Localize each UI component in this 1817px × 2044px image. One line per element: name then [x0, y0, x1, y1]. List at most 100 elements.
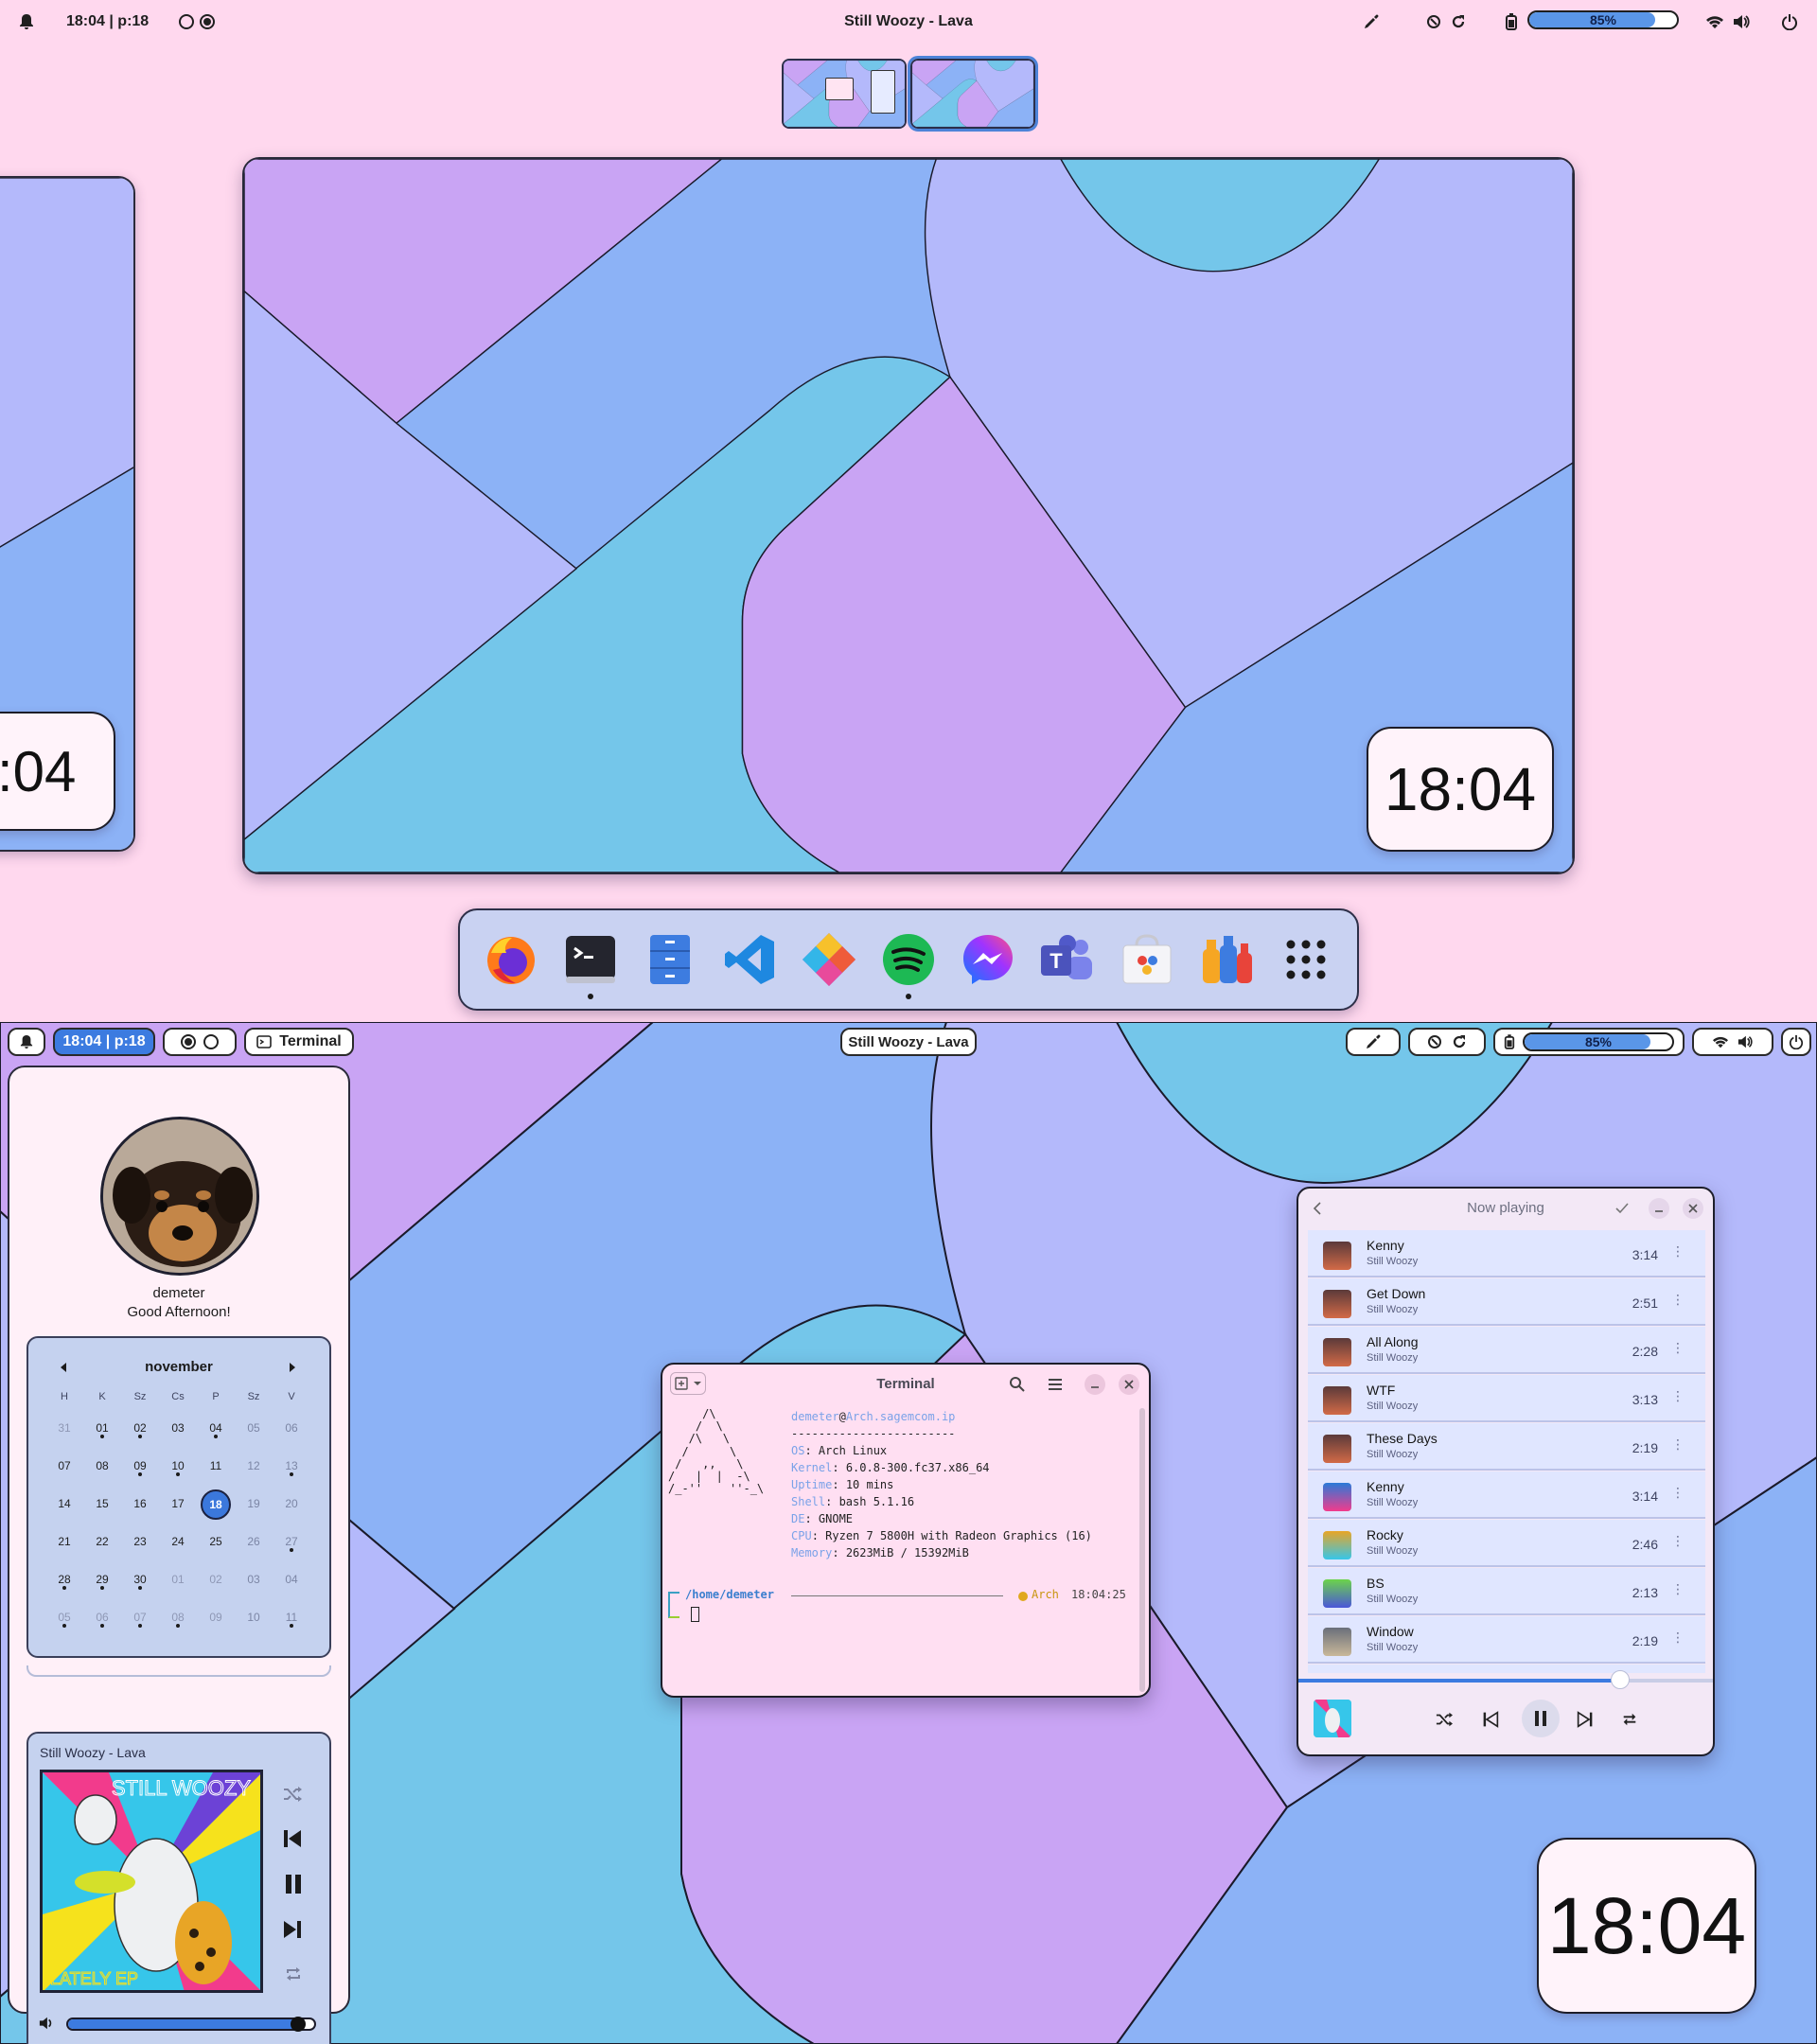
workspace-thumbnail-2[interactable]	[908, 56, 1038, 132]
wifi-icon[interactable]	[1705, 12, 1724, 31]
bottles-icon[interactable]	[1198, 931, 1255, 988]
calendar-day[interactable]: 27	[273, 1524, 310, 1561]
avatar[interactable]	[100, 1117, 259, 1276]
terminal-content[interactable]: /\ / \ /\ \ / \ / ,, \ / | | -\ /_-'' ''…	[662, 1406, 1149, 1696]
calendar-day[interactable]: 12	[235, 1448, 273, 1486]
color-picker-icon[interactable]	[1363, 12, 1380, 31]
calendar-day[interactable]: 25	[197, 1524, 235, 1561]
calendar-day[interactable]: 01	[159, 1561, 197, 1599]
track-menu-icon[interactable]: ⋮	[1671, 1581, 1685, 1597]
terminal-menu-button[interactable]	[1047, 1376, 1064, 1398]
track-row[interactable]: Kenny Still Woozy 3:14 ⋮	[1308, 1230, 1705, 1278]
calendar-day[interactable]: 17	[159, 1486, 197, 1524]
track-row[interactable]: BS Still Woozy 2:13 ⋮	[1308, 1568, 1705, 1615]
calendar-day[interactable]: 14	[45, 1486, 83, 1524]
calendar-day[interactable]: 30	[121, 1561, 159, 1599]
terminal-scrollbar[interactable]	[1139, 1408, 1145, 1692]
calendar-day[interactable]: 07	[45, 1448, 83, 1486]
next-track-button[interactable]	[1577, 1711, 1594, 1733]
track-row[interactable]: Rocky Still Woozy 2:46 ⋮	[1308, 1520, 1705, 1567]
calendar-day[interactable]: 18	[197, 1486, 235, 1524]
previous-track-button[interactable]	[282, 1828, 303, 1854]
shuffle-button[interactable]	[282, 1785, 303, 1808]
repeat-button[interactable]	[284, 1965, 303, 1988]
calendar-day[interactable]: 16	[121, 1486, 159, 1524]
calendar-day[interactable]: 06	[273, 1410, 310, 1448]
terminal-search-button[interactable]	[1009, 1376, 1026, 1398]
play-pause-button[interactable]	[1522, 1700, 1560, 1737]
close-button[interactable]	[1683, 1198, 1703, 1219]
terminal-app-icon[interactable]	[562, 931, 619, 999]
calendar-day[interactable]: 11	[197, 1448, 235, 1486]
calendar-day[interactable]: 04	[273, 1561, 310, 1599]
track-row[interactable]: All Along Still Woozy 2:28 ⋮	[1308, 1327, 1705, 1374]
battery-pill[interactable]: 85%	[1493, 1028, 1685, 1056]
volume-slider[interactable]	[66, 2017, 316, 2032]
messenger-icon[interactable]	[960, 931, 1016, 988]
next-track-button[interactable]	[282, 1919, 303, 1945]
calendar-day[interactable]: 24	[159, 1524, 197, 1561]
software-store-icon[interactable]	[1119, 931, 1175, 988]
minimize-button[interactable]	[1085, 1374, 1105, 1395]
calendar-day[interactable]: 05	[235, 1410, 273, 1448]
track-row[interactable]: Window Still Woozy 2:19 ⋮	[1308, 1616, 1705, 1664]
track-row[interactable]: WTF Still Woozy 3:13 ⋮	[1308, 1375, 1705, 1422]
next-month-button[interactable]	[288, 1361, 297, 1378]
calendar-day[interactable]: 13	[273, 1448, 310, 1486]
calendar-day[interactable]: 07	[121, 1599, 159, 1637]
calendar-day[interactable]: 02	[121, 1410, 159, 1448]
calendar-day[interactable]: 29	[83, 1561, 121, 1599]
track-row[interactable]: Kenny Still Woozy 3:14 ⋮	[1308, 1471, 1705, 1519]
teams-icon[interactable]: T	[1039, 931, 1096, 988]
media-title-pill[interactable]: Still Woozy - Lava	[840, 1028, 977, 1056]
close-button[interactable]	[1119, 1374, 1139, 1395]
calendar-day[interactable]: 20	[273, 1486, 310, 1524]
workspace-pill[interactable]	[163, 1028, 237, 1056]
calendar-day[interactable]: 10	[235, 1599, 273, 1637]
refresh-icon[interactable]	[1450, 12, 1467, 31]
previous-workspace-preview[interactable]: 8:04	[0, 176, 135, 852]
refresh-icon[interactable]	[1451, 1033, 1468, 1050]
power-button[interactable]	[1781, 1028, 1811, 1056]
track-menu-icon[interactable]: ⋮	[1671, 1388, 1685, 1404]
vscode-icon[interactable]	[721, 931, 778, 988]
notification-button[interactable]	[8, 1028, 45, 1056]
track-menu-icon[interactable]: ⋮	[1671, 1533, 1685, 1549]
track-row[interactable]: These Days Still Woozy 2:19 ⋮	[1308, 1423, 1705, 1471]
track-menu-icon[interactable]: ⋮	[1671, 1340, 1685, 1356]
calendar-day[interactable]: 03	[159, 1410, 197, 1448]
track-menu-icon[interactable]: ⋮	[1671, 1436, 1685, 1453]
quick-toggles-pill[interactable]	[1408, 1028, 1486, 1056]
caffeine-icon[interactable]	[1425, 12, 1442, 31]
track-menu-icon[interactable]: ⋮	[1671, 1485, 1685, 1501]
minimize-button[interactable]	[1649, 1198, 1669, 1219]
app-grid-icon[interactable]	[1278, 931, 1334, 988]
track-row[interactable]: HabitStill Woozy2:33⋮	[1308, 1665, 1705, 1673]
calendar-day[interactable]: 01	[83, 1410, 121, 1448]
calendar-day[interactable]: 05	[45, 1599, 83, 1637]
track-menu-icon[interactable]: ⋮	[1671, 1630, 1685, 1646]
calendar-day[interactable]: 06	[83, 1599, 121, 1637]
track-row[interactable]: Get Down Still Woozy 2:51 ⋮	[1308, 1278, 1705, 1326]
calendar-day[interactable]: 04	[197, 1410, 235, 1448]
shuffle-button[interactable]	[1435, 1711, 1454, 1733]
calendar-day[interactable]: 02	[197, 1561, 235, 1599]
calendar-day[interactable]: 19	[235, 1486, 273, 1524]
calendar-day[interactable]: 22	[83, 1524, 121, 1561]
system-status-pill[interactable]	[1692, 1028, 1773, 1056]
calendar-day[interactable]: 03	[235, 1561, 273, 1599]
calendar-day[interactable]: 15	[83, 1486, 121, 1524]
calendar-day[interactable]: 08	[83, 1448, 121, 1486]
pause-button[interactable]	[284, 1874, 303, 1899]
previous-track-button[interactable]	[1482, 1711, 1499, 1733]
workspace-thumbnail-1[interactable]	[782, 59, 907, 129]
caffeine-icon[interactable]	[1426, 1033, 1443, 1050]
calendar-day[interactable]: 08	[159, 1599, 197, 1637]
calendar-day[interactable]: 09	[197, 1599, 235, 1637]
calendar-day[interactable]: 26	[235, 1524, 273, 1561]
calendar-day[interactable]: 09	[121, 1448, 159, 1486]
firefox-icon[interactable]	[483, 931, 539, 988]
current-workspace-preview[interactable]: 18:04	[242, 157, 1575, 874]
clock-pill[interactable]: 18:04 | p:18	[53, 1028, 155, 1056]
calendar-day[interactable]: 10	[159, 1448, 197, 1486]
